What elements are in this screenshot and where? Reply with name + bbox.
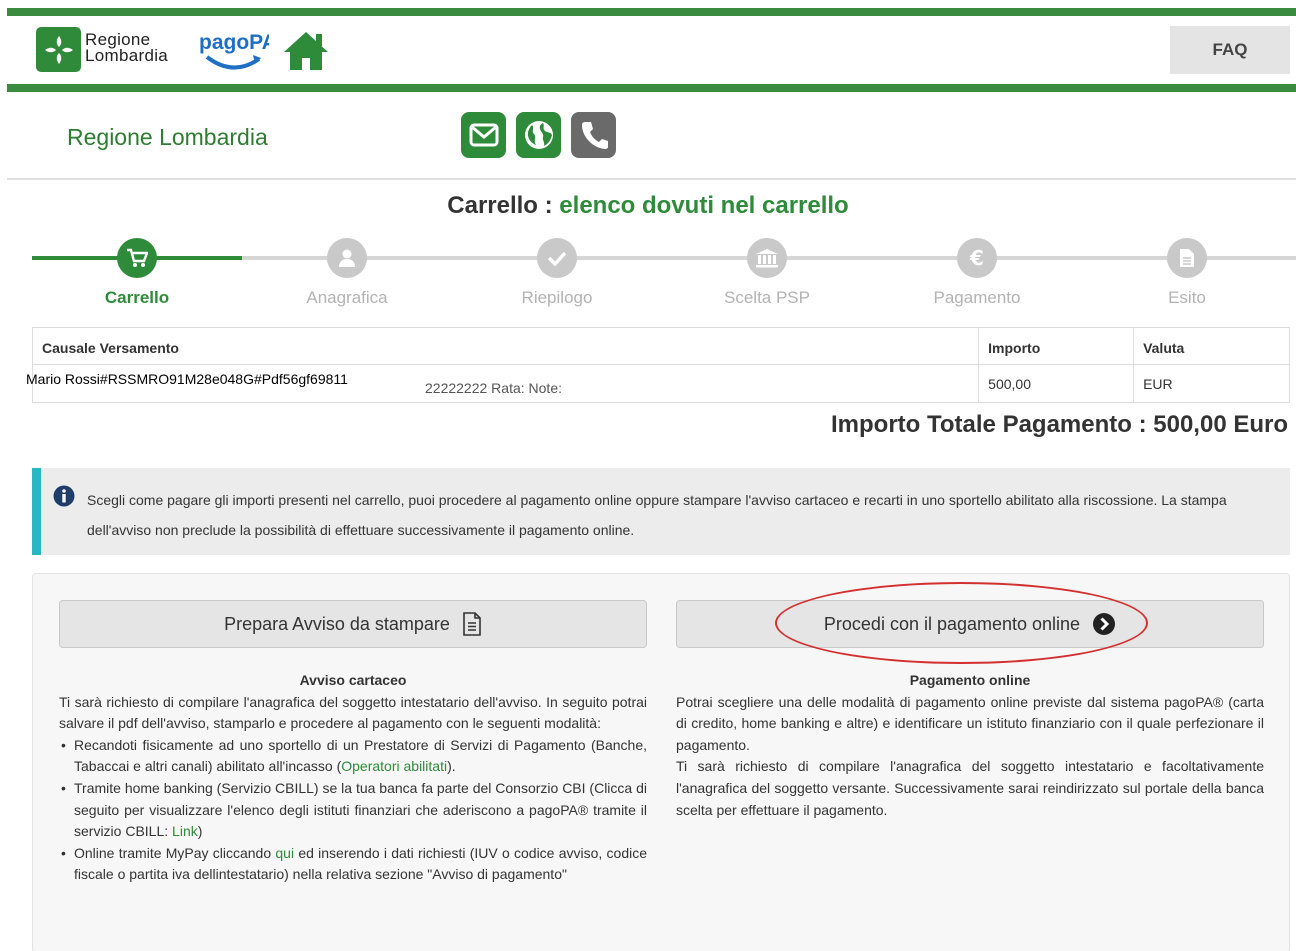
causale-tail: 22222222 Rata: Note:	[425, 380, 562, 396]
avviso-list: Recandoti fisicamente ad uno sportello d…	[59, 735, 647, 886]
avviso-cartaceo-section: Avviso cartaceo Ti sarà richiesto di com…	[59, 670, 647, 886]
column-header-causale: Causale Versamento	[32, 327, 979, 365]
globe-icon[interactable]	[516, 112, 561, 158]
info-alert: Scegli come pagare gli importi presenti …	[32, 468, 1290, 555]
regione-lombardia-logo-text[interactable]: Regione Lombardia	[85, 31, 168, 64]
site-title[interactable]: Regione Lombardia	[67, 124, 268, 151]
pagamento-online-section: Pagamento online Potrai scegliere una de…	[676, 670, 1264, 821]
regione-lombardia-logo-icon[interactable]	[36, 27, 81, 72]
step-label: Anagrafica	[306, 288, 388, 307]
online-heading: Pagamento online	[909, 672, 1031, 688]
page-title: Carrello : elenco dovuti nel carrello	[447, 192, 849, 219]
svg-text:pagoPA: pagoPA	[199, 31, 269, 54]
column-header-importo: Importo	[978, 327, 1134, 365]
avviso-heading: Avviso cartaceo	[299, 672, 407, 688]
user-icon	[327, 238, 367, 278]
step-pagamento[interactable]: € Pagamento	[872, 236, 1082, 308]
list-item: Online tramite MyPay cliccando qui ed in…	[59, 843, 647, 886]
avviso-intro: Ti sarà richiesto di compilare l'anagraf…	[59, 693, 647, 732]
header-divider	[7, 178, 1296, 180]
step-esito[interactable]: Esito	[1082, 236, 1292, 308]
envelope-icon[interactable]	[461, 112, 506, 158]
prepara-avviso-button[interactable]: Prepara Avviso da stampare	[59, 600, 647, 648]
operatori-abilitati-link[interactable]: Operatori abilitati	[341, 758, 447, 774]
euro-icon: €	[957, 238, 997, 278]
step-label: Esito	[1168, 288, 1206, 307]
cart-table: Causale Versamento Importo Valuta 500,00…	[32, 327, 1290, 403]
online-paragraph-1: Potrai scegliere una delle modalità di p…	[676, 693, 1264, 753]
check-icon	[537, 238, 577, 278]
document-icon	[1167, 238, 1207, 278]
info-icon	[53, 485, 75, 507]
step-label: Scelta PSP	[724, 288, 810, 307]
column-header-valuta: Valuta	[1133, 327, 1290, 365]
chevron-right-circle-icon	[1093, 613, 1116, 635]
info-text: Scegli come pagare gli importi presenti …	[87, 492, 1227, 538]
step-carrello[interactable]: Carrello	[32, 236, 242, 308]
cbill-link[interactable]: Link	[172, 823, 198, 839]
cart-icon	[117, 238, 157, 278]
cell-importo: 500,00	[978, 364, 1134, 403]
step-label: Pagamento	[933, 288, 1021, 307]
progress-stepper: Carrello Anagrafica Riepilogo Scelta PSP…	[32, 236, 1296, 316]
step-label: Riepilogo	[521, 288, 593, 307]
bank-icon	[747, 238, 787, 278]
list-item: Tramite home banking (Servizio CBILL) se…	[59, 778, 647, 843]
total-amount: Importo Totale Pagamento : 500,00 Euro	[831, 411, 1288, 438]
step-riepilogo[interactable]: Riepilogo	[452, 236, 662, 308]
online-paragraph-2: Ti sarà richiesto di compilare l'anagraf…	[676, 758, 1264, 818]
mypay-qui-link[interactable]: qui	[275, 845, 294, 861]
causale-value: Mario Rossi#RSSMRO91M28e048G#Pdf56gf6981…	[26, 371, 348, 387]
step-label: Carrello	[104, 288, 170, 307]
step-scelta-psp[interactable]: Scelta PSP	[662, 236, 872, 308]
cell-valuta: EUR	[1133, 364, 1290, 403]
step-anagrafica[interactable]: Anagrafica	[242, 236, 452, 308]
list-item: Recandoti fisicamente ad uno sportello d…	[59, 735, 647, 778]
document-icon	[463, 612, 481, 636]
procedi-pagamento-online-button[interactable]: Procedi con il pagamento online	[676, 600, 1264, 648]
home-icon[interactable]	[282, 28, 330, 72]
top-bar: Regione Lombardia pagoPA FAQ	[7, 8, 1296, 92]
pagopa-logo-icon[interactable]: pagoPA	[197, 27, 269, 77]
table-header-row: Causale Versamento Importo Valuta	[32, 327, 1290, 365]
faq-button[interactable]: FAQ	[1170, 26, 1290, 74]
contact-icons	[461, 112, 616, 158]
phone-icon[interactable]	[571, 112, 616, 158]
